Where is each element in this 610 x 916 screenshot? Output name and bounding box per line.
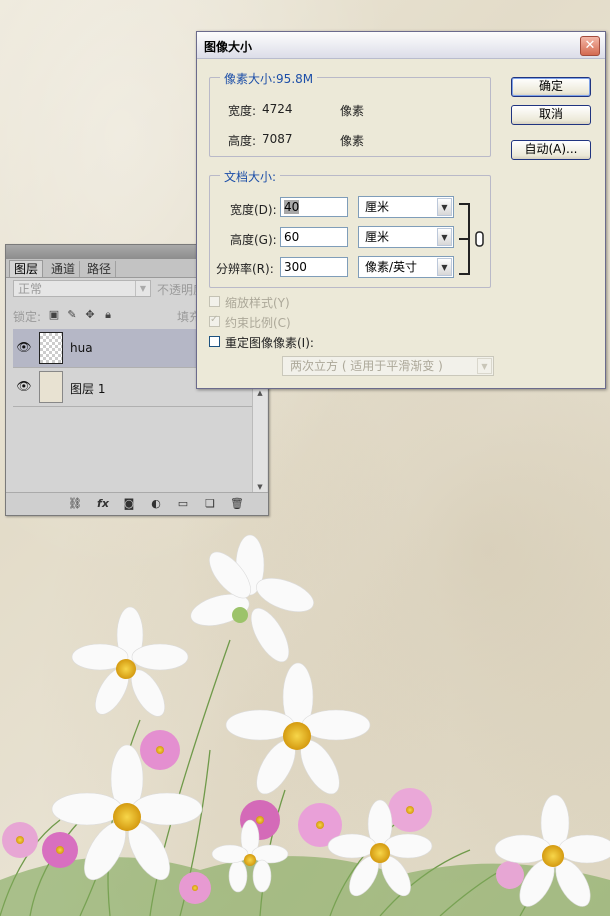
layer-name: hua bbox=[70, 341, 93, 355]
resolution-label: 分辨率(R): bbox=[216, 262, 274, 276]
doc-width-value: 40 bbox=[284, 200, 300, 214]
lock-all-icon[interactable]: 🔒︎ bbox=[102, 309, 114, 321]
pixel-width-unit: 像素 bbox=[340, 104, 365, 118]
blend-mode-value: 正常 bbox=[18, 282, 43, 296]
chevron-down-icon: ▼ bbox=[135, 281, 150, 296]
mask-icon[interactable]: ◙ bbox=[122, 497, 136, 511]
layer-thumbnail bbox=[39, 332, 63, 364]
doc-height-unit: 厘米 bbox=[365, 230, 390, 244]
pixel-width-value: 4724 bbox=[262, 102, 293, 116]
resolution-unit: 像素/英寸 bbox=[365, 260, 418, 274]
doc-height-unit-select[interactable]: 厘米 ▼ bbox=[358, 226, 454, 248]
fx-icon[interactable]: fx bbox=[96, 497, 110, 511]
dialog-title: 图像大小 bbox=[204, 40, 253, 54]
lock-paint-icon[interactable]: ✎ bbox=[66, 309, 78, 321]
tab-paths[interactable]: 路径 bbox=[83, 261, 117, 277]
doc-width-unit-select[interactable]: 厘米 ▼ bbox=[358, 196, 454, 218]
lock-move-icon[interactable]: ✥ bbox=[84, 309, 96, 321]
pixel-dimensions-group: 像素大小:95.8M 宽度: 4724 像素 高度: 7087 像素 bbox=[209, 70, 491, 157]
flower-illustration bbox=[0, 534, 610, 916]
resample-method-select[interactable]: 两次立方 ( 适用于平滑渐变 ) ▼ bbox=[282, 356, 494, 376]
constrain-bracket bbox=[459, 203, 484, 275]
document-size-group: 文档大小: 宽度(D): 40 厘米 ▼ 高度(G): 60 厘米 ▼ 分辨率(… bbox=[209, 168, 491, 288]
doc-width-unit: 厘米 bbox=[365, 200, 390, 214]
doc-width-input[interactable]: 40 bbox=[280, 197, 348, 217]
layers-scrollbar[interactable]: ▲ ▼ bbox=[252, 387, 267, 493]
eye-icon[interactable]: 👁︎ bbox=[15, 340, 33, 354]
pixel-dimensions-title: 像素大小:95.8M bbox=[220, 70, 318, 87]
doc-height-input[interactable]: 60 bbox=[280, 227, 348, 247]
tab-channels[interactable]: 通道 bbox=[47, 261, 81, 277]
constrain-label: 约束比例(C) bbox=[225, 316, 291, 330]
pixel-height-unit: 像素 bbox=[340, 134, 365, 148]
resolution-unit-select[interactable]: 像素/英寸 ▼ bbox=[358, 256, 454, 278]
constrain-checkbox[interactable]: ✓ bbox=[209, 314, 220, 327]
chevron-down-icon: ▼ bbox=[437, 198, 452, 216]
close-icon[interactable]: ✕ bbox=[580, 36, 600, 56]
chevron-down-icon: ▼ bbox=[477, 358, 492, 374]
pixel-width-label: 宽度: bbox=[228, 104, 257, 118]
doc-width-label: 宽度(D): bbox=[230, 203, 277, 217]
scale-styles-checkbox[interactable] bbox=[209, 296, 220, 307]
layer-thumbnail bbox=[39, 371, 63, 403]
ok-button[interactable]: 确定 bbox=[511, 77, 591, 97]
dialog-titlebar[interactable]: 图像大小 ✕ bbox=[197, 32, 605, 59]
auto-button[interactable]: 自动(A)... bbox=[511, 140, 591, 160]
resolution-value: 300 bbox=[284, 260, 307, 274]
document-size-title: 文档大小: bbox=[220, 168, 281, 185]
pixel-height-value: 7087 bbox=[262, 132, 293, 146]
resample-method-value: 两次立方 ( 适用于平滑渐变 ) bbox=[290, 359, 443, 373]
check-icon: ✓ bbox=[210, 314, 219, 325]
cancel-button[interactable]: 取消 bbox=[511, 105, 591, 125]
doc-height-label: 高度(G): bbox=[230, 233, 277, 247]
chain-link-icon bbox=[475, 231, 484, 247]
adjustment-icon[interactable]: ◐ bbox=[149, 497, 163, 511]
tab-layers[interactable]: 图层 bbox=[9, 260, 44, 277]
link-icon[interactable]: ⛓︎ bbox=[68, 497, 82, 511]
pixel-height-label: 高度: bbox=[228, 134, 257, 148]
image-size-dialog: 图像大小 ✕ 像素大小:95.8M 宽度: 4724 像素 高度: 7087 像… bbox=[196, 31, 606, 389]
lock-label: 锁定: bbox=[13, 310, 42, 324]
chevron-down-icon: ▼ bbox=[437, 258, 452, 276]
blend-mode-select[interactable]: 正常 ▼ bbox=[13, 280, 151, 297]
resample-checkbox[interactable] bbox=[209, 336, 220, 347]
scale-styles-label: 缩放样式(Y) bbox=[225, 296, 290, 310]
chevron-down-icon: ▼ bbox=[437, 228, 452, 246]
doc-height-value: 60 bbox=[284, 230, 300, 244]
new-layer-icon[interactable]: ❏ bbox=[203, 497, 217, 511]
layers-bottom-bar: ⛓︎ fx ◙ ◐ ▭ ❏ 🗑︎ bbox=[6, 492, 268, 515]
layer-name: 图层 1 bbox=[70, 382, 106, 396]
folder-icon[interactable]: ▭ bbox=[176, 497, 190, 511]
resample-label: 重定图像像素(I): bbox=[225, 336, 314, 350]
eye-icon[interactable]: 👁︎ bbox=[15, 379, 33, 393]
resolution-input[interactable]: 300 bbox=[280, 257, 348, 277]
trash-icon[interactable]: 🗑︎ bbox=[230, 497, 244, 511]
lock-transparency-icon[interactable]: ▣ bbox=[48, 309, 60, 321]
